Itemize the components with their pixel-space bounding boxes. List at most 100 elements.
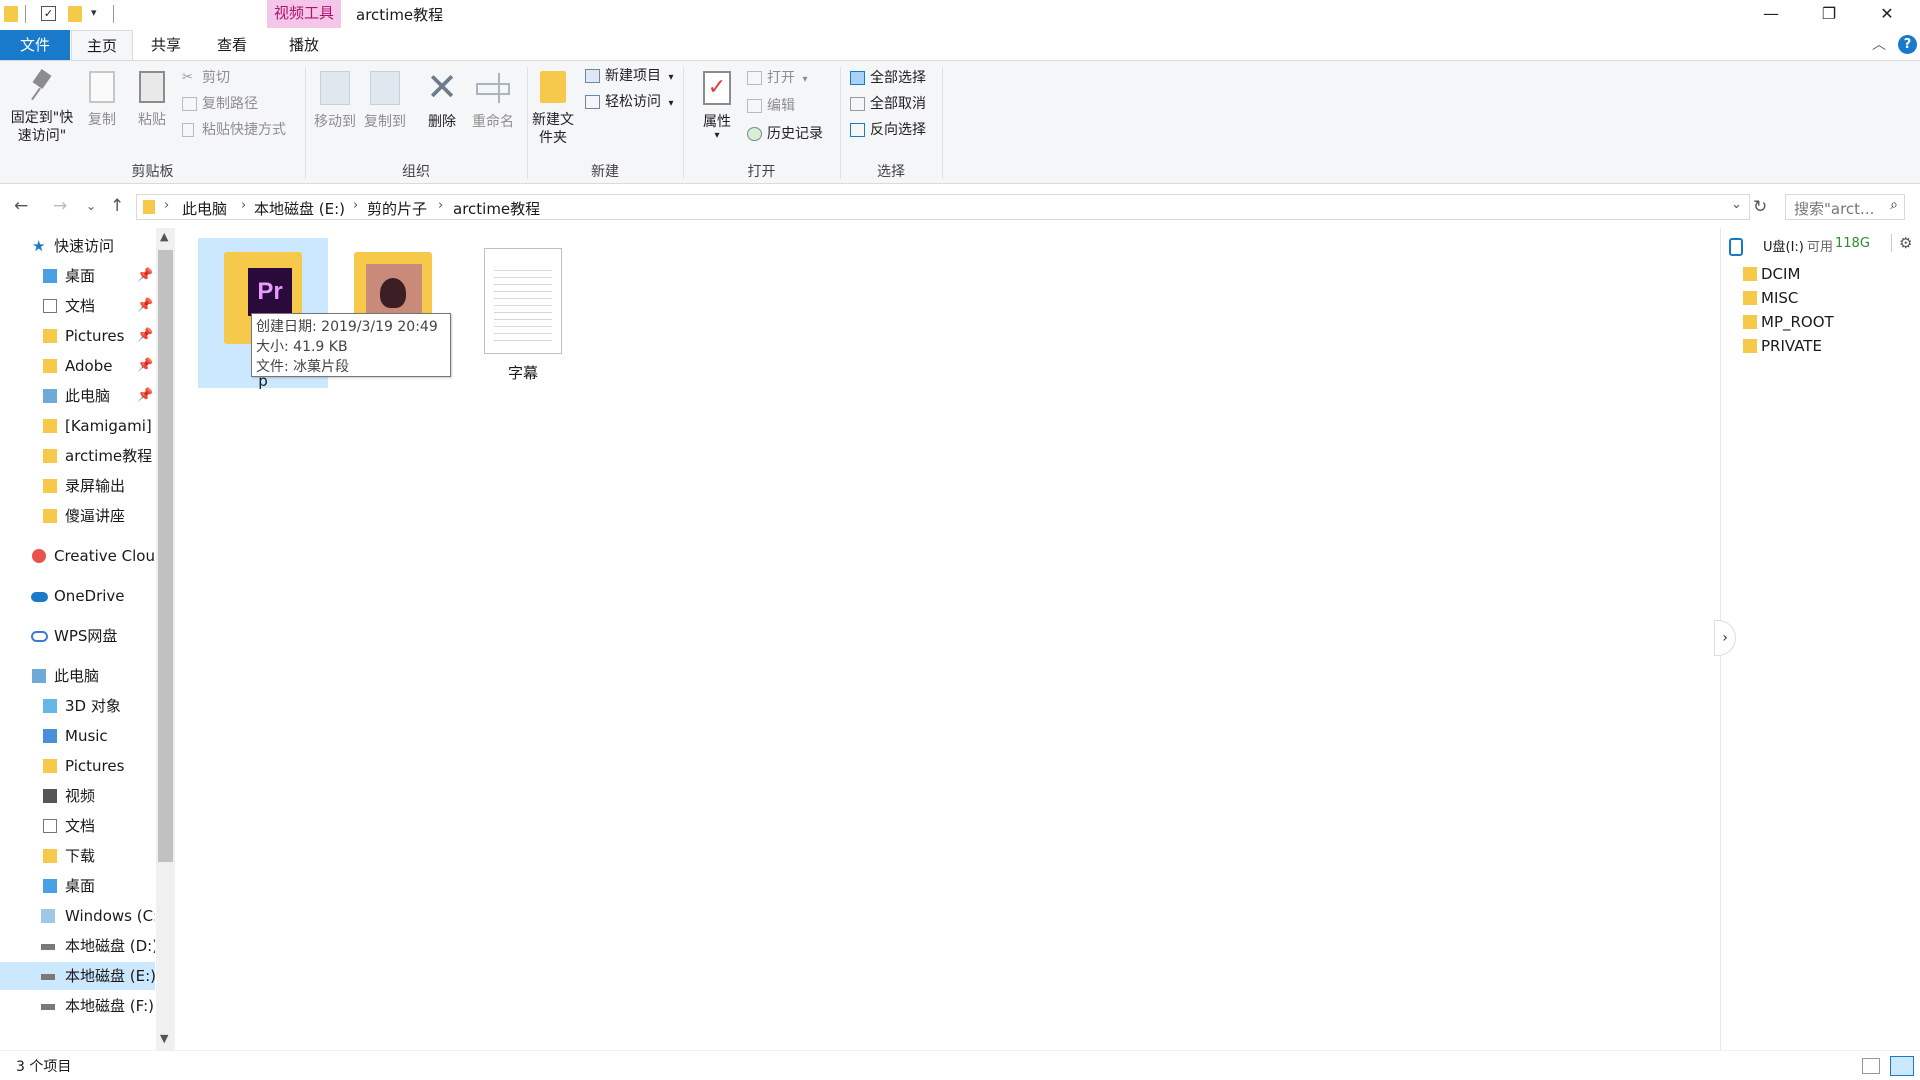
tab-home[interactable]: 主页	[71, 30, 133, 60]
move-to-button[interactable]: 移动到	[310, 71, 360, 131]
collapse-ribbon-icon[interactable]: ︿	[1872, 34, 1886, 54]
details-view-icon[interactable]	[1862, 1058, 1880, 1074]
list-item[interactable]: PRIVATE	[1743, 334, 1822, 358]
select-none-button[interactable]: 全部取消	[848, 94, 926, 114]
sidebar-item-music[interactable]: Music	[0, 722, 155, 750]
cut-button[interactable]: ✂ 剪切	[180, 68, 230, 88]
select-all-button[interactable]: 全部选择	[848, 68, 926, 88]
video-tools-tab[interactable]: 视频工具	[267, 0, 341, 28]
history-button[interactable]: 历史记录	[745, 124, 823, 144]
sidebar-item-documents[interactable]: 文档 📌	[0, 292, 155, 320]
breadcrumb-drive-e[interactable]: 本地磁盘 (E:)	[254, 198, 345, 219]
sidebar-item-adobe[interactable]: Adobe 📌	[0, 352, 155, 380]
sidebar-item-wps[interactable]: WPS网盘	[0, 622, 155, 650]
sidebar-item-drive-e[interactable]: 本地磁盘 (E:)	[0, 962, 155, 990]
scroll-up-icon[interactable]: ▲	[160, 230, 168, 243]
breadcrumb-current[interactable]: arctime教程	[453, 198, 540, 219]
gear-icon[interactable]: ⚙	[1899, 234, 1912, 252]
sidebar-item-this-pc[interactable]: 此电脑	[0, 662, 155, 690]
back-arrow-icon[interactable]: ←	[14, 196, 28, 216]
customize-toolbar-icon[interactable]: ▾	[91, 6, 97, 19]
pin-icon[interactable]: 📌	[137, 262, 153, 290]
sidebar-item-drive-f[interactable]: 本地磁盘 (F:)	[0, 992, 155, 1020]
tab-play[interactable]: 播放	[278, 30, 330, 60]
search-box[interactable]: 搜索"arct... ⌕	[1785, 194, 1905, 220]
open-button[interactable]: 打开 ▾	[745, 68, 807, 88]
tab-view[interactable]: 查看	[206, 30, 258, 60]
file-item-subtitle[interactable]: 字幕	[458, 238, 588, 388]
sidebar-item-quick-access[interactable]: ★ 快速访问	[0, 232, 155, 260]
copy-button[interactable]: 复制	[82, 71, 122, 129]
list-item[interactable]: DCIM	[1743, 262, 1800, 286]
pin-icon[interactable]: 📌	[137, 292, 153, 320]
breadcrumb-clips[interactable]: 剪的片子	[367, 198, 427, 219]
search-icon[interactable]: ⌕	[1890, 197, 1898, 213]
sidebar-item-onedrive[interactable]: OneDrive	[0, 582, 155, 610]
minimize-button[interactable]: —	[1742, 0, 1800, 30]
sidebar-item-documents-pc[interactable]: 文档	[0, 812, 155, 840]
sidebar-item-downloads[interactable]: 下载	[0, 842, 155, 870]
restore-button[interactable]: ❐	[1800, 0, 1858, 30]
sidebar-item-drive-d[interactable]: 本地磁盘 (D:)	[0, 932, 155, 960]
sidebar-item-lectures[interactable]: 傻逼讲座	[0, 502, 155, 530]
text-lines	[494, 264, 552, 344]
folder-icon	[43, 419, 57, 433]
close-button[interactable]: ✕	[1858, 0, 1916, 30]
tab-file[interactable]: 文件	[0, 30, 70, 60]
pin-icon[interactable]: 📌	[137, 352, 153, 380]
sidebar-item-3d-objects[interactable]: 3D 对象	[0, 692, 155, 720]
refresh-icon[interactable]: ↻	[1753, 197, 1767, 217]
sidebar-scrollbar-thumb[interactable]	[158, 250, 173, 862]
up-arrow-icon[interactable]: ↑	[110, 196, 124, 216]
sidebar-item-recordings[interactable]: 录屏输出	[0, 472, 155, 500]
sidebar-item-drive-c[interactable]: Windows (C:	[0, 902, 155, 930]
edit-button[interactable]: 编辑	[745, 96, 795, 116]
paste-shortcut-label: 粘贴快捷方式	[202, 122, 286, 138]
list-item[interactable]: MP_ROOT	[1743, 310, 1834, 334]
search-placeholder: 搜索"arct...	[1794, 200, 1875, 218]
sidebar-item-this-pc-pinned[interactable]: 此电脑 📌	[0, 382, 155, 410]
sidebar-item-pictures[interactable]: Pictures 📌	[0, 322, 155, 350]
invert-selection-button[interactable]: 反向选择	[848, 120, 926, 140]
pin-icon[interactable]: 📌	[137, 322, 153, 350]
breadcrumb-this-pc[interactable]: 此电脑	[182, 198, 227, 219]
paste-button[interactable]: 粘贴	[130, 71, 174, 129]
breadcrumb-separator[interactable]: ›	[164, 198, 169, 213]
drive-icon	[41, 944, 55, 950]
tab-share[interactable]: 共享	[140, 30, 192, 60]
new-item-button[interactable]: 新建项目 ▾	[583, 66, 673, 86]
sidebar-item-desktop[interactable]: 桌面 📌	[0, 262, 155, 290]
rename-button[interactable]: 重命名	[468, 71, 518, 131]
sidebar-item-creative-cloud[interactable]: Creative Cloud	[0, 542, 155, 570]
sidebar-item-desktop-pc[interactable]: 桌面	[0, 872, 155, 900]
sidebar-item-pictures-pc[interactable]: Pictures	[0, 752, 155, 780]
breadcrumb-separator[interactable]: ›	[353, 198, 358, 213]
usb-drive-label[interactable]: U盘(I:)	[1763, 236, 1804, 255]
select-all-icon	[850, 71, 865, 85]
copy-to-button[interactable]: 复制到	[360, 71, 410, 131]
paste-shortcut-button[interactable]: 粘贴快捷方式	[180, 120, 286, 140]
address-dropdown-icon[interactable]: ⌄	[1731, 197, 1742, 212]
breadcrumb-separator[interactable]: ›	[241, 198, 246, 213]
divider	[25, 5, 26, 23]
pin-quick-access-button[interactable]: 固定到"快速访问"	[4, 69, 80, 145]
properties-check-icon[interactable]: ✓	[41, 6, 56, 21]
forward-arrow-icon[interactable]: →	[53, 196, 67, 216]
easy-access-button[interactable]: 轻松访问 ▾	[583, 92, 673, 112]
sidebar-item-videos[interactable]: 视频	[0, 782, 155, 810]
new-folder-icon[interactable]	[68, 6, 82, 22]
sidebar-item-arctime[interactable]: arctime教程	[0, 442, 155, 470]
scroll-down-icon[interactable]: ▼	[160, 1032, 168, 1045]
recent-locations-chevron-icon[interactable]: ⌄	[86, 199, 96, 213]
properties-button[interactable]: ✓ 属性 ▾	[694, 71, 740, 141]
breadcrumb-separator[interactable]: ›	[438, 198, 443, 213]
address-bar[interactable]: › 此电脑 › 本地磁盘 (E:) › 剪的片子 › arctime教程 ⌄	[136, 194, 1750, 220]
new-folder-button[interactable]: 新建文件夹	[530, 71, 576, 147]
help-icon[interactable]: ?	[1898, 35, 1917, 54]
sidebar-item-kamigami[interactable]: [Kamigami] H	[0, 412, 155, 440]
copy-path-button[interactable]: 复制路径	[180, 94, 258, 114]
large-icons-view-icon[interactable]	[1890, 1056, 1914, 1076]
pin-icon[interactable]: 📌	[137, 382, 153, 410]
delete-button[interactable]: ✕ 删除	[418, 68, 466, 131]
list-item[interactable]: MISC	[1743, 286, 1798, 310]
